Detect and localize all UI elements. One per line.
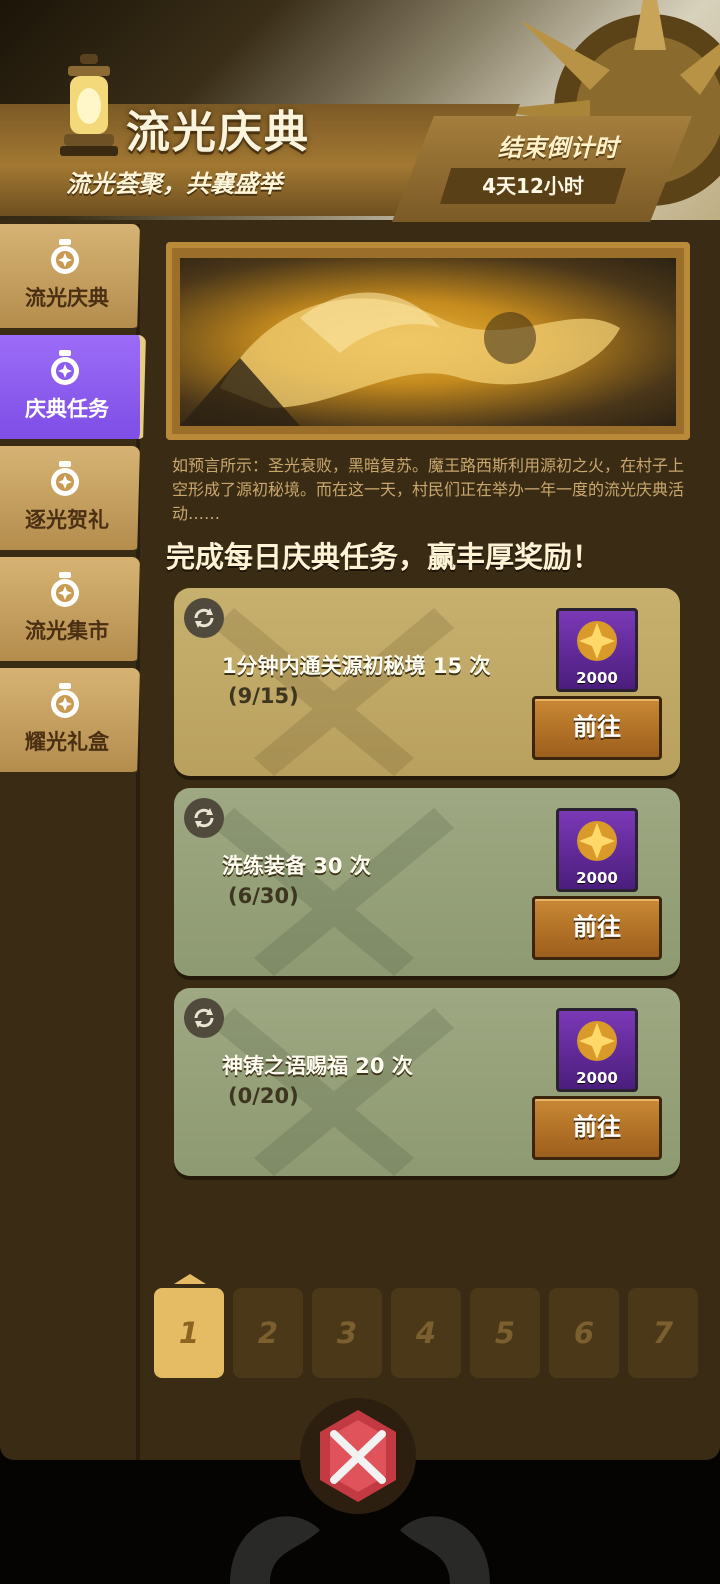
countdown-value: 4天12小时 [482, 174, 584, 198]
gold-star-coin-icon [577, 621, 617, 661]
banner-artwork [180, 258, 676, 426]
gold-star-coin-icon [577, 821, 617, 861]
gold-star-coin-icon [577, 1021, 617, 1061]
day-tab-7[interactable]: 7 [628, 1288, 698, 1378]
sidebar: 流光庆典 庆典任务 逐光贺礼 流光集市 耀光礼盒 [0, 224, 146, 779]
event-panel: 流光庆典 流光荟聚，共襄盛举 结束倒计时 4天12小时 流光庆典 庆典任务 逐光… [0, 0, 720, 1460]
task-progress: (0/20) [228, 1084, 299, 1108]
sidebar-item-giftbox[interactable]: 耀光礼盒 [0, 668, 140, 772]
task-card: 洗练装备 30 次 (6/30) 2000 前往 [174, 788, 680, 976]
go-button[interactable]: 前往 [532, 696, 662, 760]
lantern-badge-icon [51, 239, 79, 274]
page-title: 流光庆典 [126, 107, 310, 158]
crossed-swords-icon [214, 608, 454, 776]
task-headline: 完成每日庆典任务，赢丰厚奖励！ [166, 540, 602, 574]
crossed-swords-icon [214, 808, 454, 976]
sidebar-item-label: 流光集市 [25, 619, 109, 643]
task-progress: (9/15) [228, 684, 299, 708]
story-text: 如预言所示：圣光衰败，黑暗复苏。魔王路西斯利用源初之火，在村子上空形成了源初秘境… [172, 456, 685, 523]
task-name: 1分钟内通关源初秘境 15 次 [222, 654, 491, 678]
reward-count: 2000 [576, 1069, 618, 1087]
reward-item[interactable]: 2000 [556, 808, 638, 892]
dragon-art-icon [180, 292, 620, 426]
sidebar-item-celebration[interactable]: 流光庆典 [0, 224, 140, 328]
lantern-badge-icon [51, 572, 79, 607]
day-tabs: 1 2 3 4 5 6 7 [154, 1288, 700, 1380]
refresh-icon [184, 798, 224, 838]
day-tab-5[interactable]: 5 [470, 1288, 540, 1378]
reward-item[interactable]: 2000 [556, 608, 638, 692]
sidebar-item-label: 耀光礼盒 [25, 730, 109, 754]
page-subtitle: 流光荟聚，共襄盛举 [66, 170, 282, 198]
crossed-swords-icon [214, 1008, 454, 1176]
reward-item[interactable]: 2000 [556, 1008, 638, 1092]
lantern-badge-icon [51, 350, 79, 385]
task-progress: (6/30) [228, 884, 299, 908]
lantern-badge-icon [51, 461, 79, 496]
day-tab-4[interactable]: 4 [391, 1288, 461, 1378]
day-tab-2[interactable]: 2 [233, 1288, 303, 1378]
sidebar-item-market[interactable]: 流光集市 [0, 557, 140, 661]
day-tab-6[interactable]: 6 [549, 1288, 619, 1378]
task-name: 洗练装备 30 次 [222, 854, 371, 878]
task-card: 神铸之语赐福 20 次 (0/20) 2000 前往 [174, 988, 680, 1176]
go-button[interactable]: 前往 [532, 1096, 662, 1160]
go-button[interactable]: 前往 [532, 896, 662, 960]
close-emblem-icon[interactable] [296, 1394, 420, 1518]
lantern-icon [60, 54, 118, 156]
day-selector-caret [174, 1274, 206, 1284]
sidebar-item-label: 流光庆典 [25, 286, 109, 310]
lantern-badge-icon [51, 683, 79, 718]
day-tab-3[interactable]: 3 [312, 1288, 382, 1378]
refresh-icon [184, 998, 224, 1038]
sidebar-item-tasks[interactable]: 庆典任务 [0, 335, 146, 439]
sidebar-item-label: 庆典任务 [25, 397, 109, 421]
task-card: 1分钟内通关源初秘境 15 次 (9/15) 2000 前往 [174, 588, 680, 776]
reward-count: 2000 [576, 669, 618, 687]
event-banner [166, 242, 690, 440]
day-tab-1[interactable]: 1 [154, 1288, 224, 1378]
countdown-label: 结束倒计时 [498, 134, 618, 162]
sidebar-item-label: 逐光贺礼 [25, 508, 109, 532]
refresh-icon [184, 598, 224, 638]
reward-count: 2000 [576, 869, 618, 887]
sidebar-item-gifts[interactable]: 逐光贺礼 [0, 446, 140, 550]
task-name: 神铸之语赐福 20 次 [222, 1054, 413, 1078]
